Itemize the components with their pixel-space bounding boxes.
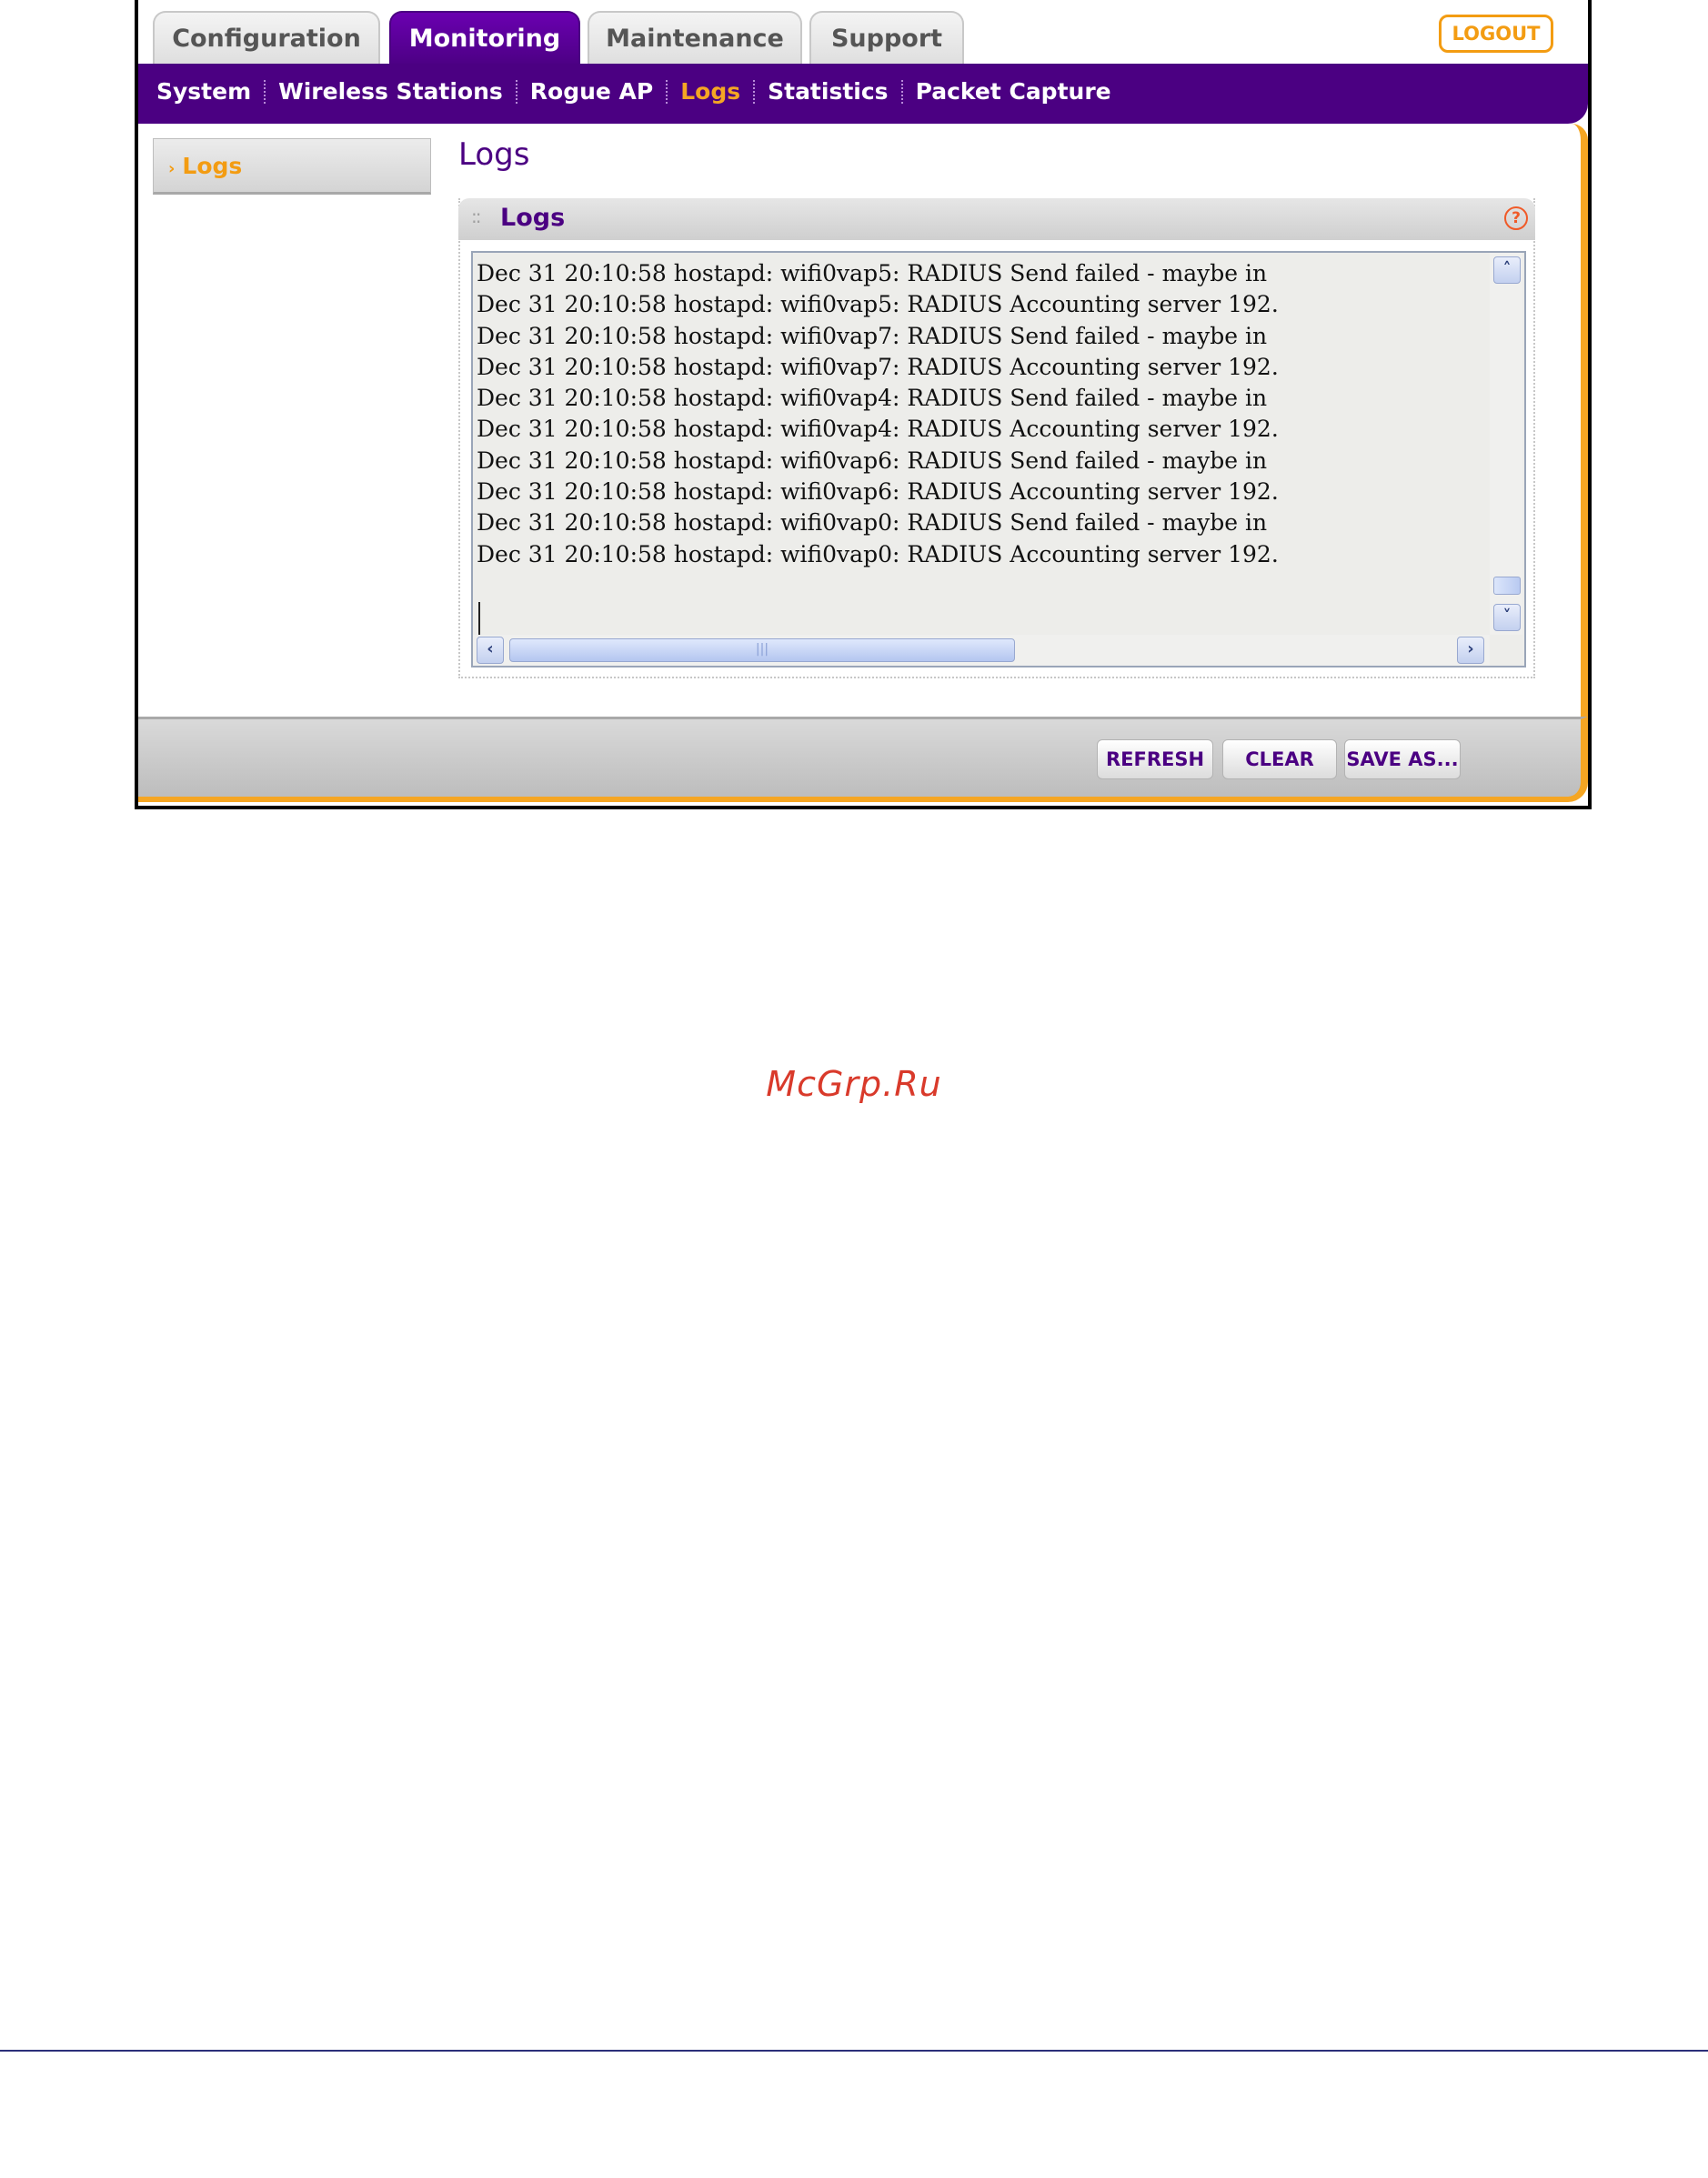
sidebar-item-label: Logs [182, 153, 243, 179]
text-caret [478, 602, 480, 635]
tab-support[interactable]: Support [809, 11, 964, 65]
scrollbar-corner [1490, 635, 1522, 666]
logout-button[interactable]: LOGOUT [1439, 15, 1553, 53]
log-line: Dec 31 20:10:58 hostapd: wifi0vap5: RADI… [477, 260, 1268, 286]
page-title: Logs [458, 136, 530, 173]
subnav-separator [666, 79, 668, 104]
chevron-right-icon[interactable]: › [1457, 637, 1484, 664]
horizontal-scrollbar[interactable]: ‹ ||| › [473, 635, 1490, 666]
panel-header: :: Logs ? [458, 198, 1535, 240]
subnav-item-rogue-ap[interactable]: Rogue AP [530, 78, 653, 105]
log-line: Dec 31 20:10:58 hostapd: wifi0vap4: RADI… [477, 385, 1268, 412]
app-window: Configuration Monitoring Maintenance Sup… [135, 0, 1592, 809]
tab-monitoring[interactable]: Monitoring [389, 11, 580, 67]
subnav-item-statistics[interactable]: Statistics [768, 78, 888, 105]
subnav-separator [753, 79, 756, 104]
chevron-down-icon[interactable]: ˅ [1493, 604, 1521, 631]
refresh-button[interactable]: REFRESH [1097, 739, 1213, 779]
panel-title: Logs [500, 204, 566, 232]
logs-panel: :: Logs ? Dec 31 20:10:58 hostapd: wifi0… [458, 198, 1535, 678]
chevron-up-icon[interactable]: ˄ [1493, 256, 1521, 284]
log-line: Dec 31 20:10:58 hostapd: wifi0vap4: RADI… [477, 416, 1279, 443]
button-bar: REFRESH CLEAR SAVE AS... [138, 717, 1588, 802]
log-content: Dec 31 20:10:58 hostapd: wifi0vap5: RADI… [477, 258, 1479, 604]
tab-maintenance[interactable]: Maintenance [588, 11, 802, 65]
drag-handle-icon: :: [471, 206, 482, 227]
log-line: Dec 31 20:10:58 hostapd: wifi0vap0: RADI… [477, 509, 1268, 537]
subnav-item-packet-capture[interactable]: Packet Capture [916, 78, 1111, 105]
page-divider [0, 2050, 1708, 2052]
clear-button[interactable]: CLEAR [1222, 739, 1337, 779]
sidebar-item-logs[interactable]: › Logs [153, 138, 431, 195]
log-line: Dec 31 20:10:58 hostapd: wifi0vap7: RADI… [477, 353, 1279, 380]
watermark: McGrp.Ru [766, 1064, 942, 1104]
subnav-separator [900, 79, 903, 104]
log-line: Dec 31 20:10:58 hostapd: wifi0vap0: RADI… [477, 540, 1279, 567]
log-line: Dec 31 20:10:58 hostapd: wifi0vap5: RADI… [477, 291, 1279, 318]
save-as-button[interactable]: SAVE AS... [1344, 739, 1461, 779]
vertical-scroll-thumb[interactable] [1493, 577, 1521, 595]
subnav-item-wireless-stations[interactable]: Wireless Stations [278, 78, 503, 105]
chevron-right-icon: › [168, 159, 176, 178]
log-textarea[interactable]: Dec 31 20:10:58 hostapd: wifi0vap5: RADI… [471, 251, 1526, 667]
tab-configuration[interactable]: Configuration [153, 11, 380, 65]
chevron-left-icon[interactable]: ‹ [477, 637, 504, 664]
horizontal-scroll-thumb[interactable]: ||| [509, 638, 1015, 662]
vertical-scrollbar[interactable]: ˄ ˅ [1490, 253, 1522, 635]
subnav-separator [515, 79, 517, 104]
subnav-item-logs[interactable]: Logs [680, 78, 740, 105]
log-line: Dec 31 20:10:58 hostapd: wifi0vap7: RADI… [477, 322, 1268, 349]
help-icon[interactable]: ? [1504, 206, 1528, 230]
log-line: Dec 31 20:10:58 hostapd: wifi0vap6: RADI… [477, 478, 1279, 506]
subnav-item-system[interactable]: System [156, 78, 251, 105]
subnav-bar: System Wireless Stations Rogue AP Logs S… [138, 64, 1588, 124]
subnav-separator [264, 79, 266, 104]
log-line: Dec 31 20:10:58 hostapd: wifi0vap6: RADI… [477, 447, 1268, 474]
main-content: › Logs Logs :: Logs ? Dec 31 20:10:58 hos… [138, 124, 1588, 717]
